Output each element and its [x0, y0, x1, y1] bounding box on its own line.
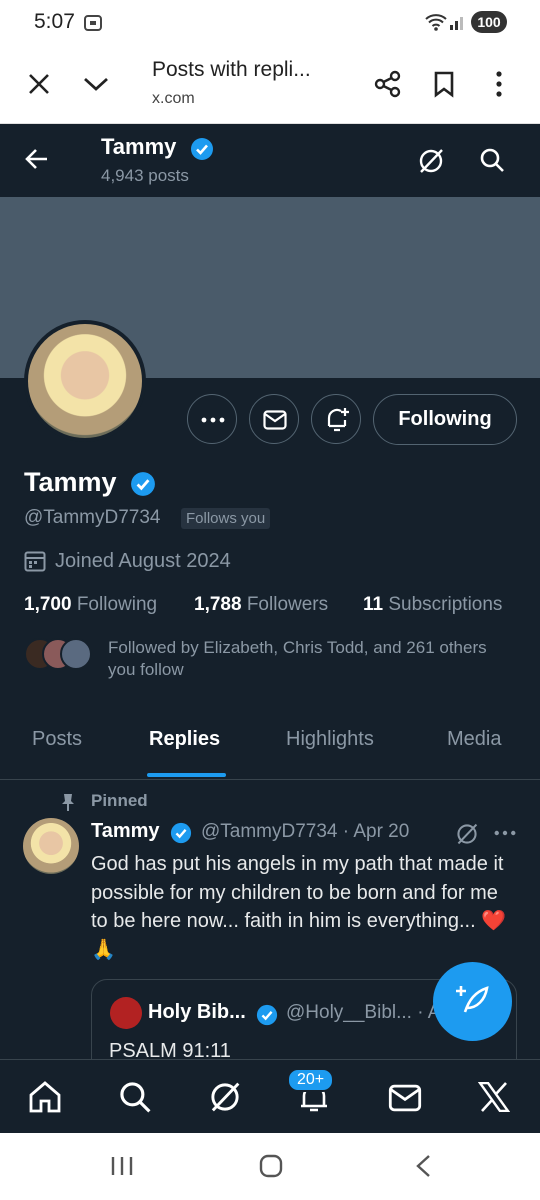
tweet-meta: @TammyD7734 · Apr 20 — [201, 821, 410, 842]
profile-handle: @TammyD7734 — [24, 507, 161, 528]
mail-icon[interactable] — [388, 1084, 422, 1112]
stat-label: Following — [76, 594, 158, 615]
divider — [0, 779, 540, 780]
more-horizontal-icon — [201, 417, 225, 423]
bell-plus-icon — [327, 408, 349, 432]
stat-label: Followers — [246, 594, 329, 615]
verified-badge-icon — [170, 822, 192, 844]
following-count[interactable]: 1,700 Following — [24, 594, 157, 616]
subscriptions-count[interactable]: 11 Subscriptions — [363, 594, 502, 616]
status-bar: 5:07 100 — [0, 0, 540, 46]
profile-avatar[interactable] — [24, 320, 146, 442]
browser-page-title: Posts with repli... — [152, 58, 311, 81]
grok-icon[interactable] — [417, 147, 445, 175]
avatar — [60, 638, 92, 670]
followers-avatars[interactable] — [24, 638, 94, 670]
wifi-icon — [425, 14, 447, 31]
calendar-icon — [24, 551, 46, 572]
bottom-nav — [0, 1059, 540, 1133]
notify-button[interactable] — [311, 394, 361, 444]
quote-author-name: Holy Bib... — [148, 1001, 246, 1023]
message-button[interactable] — [249, 394, 299, 444]
tab-media[interactable]: Media — [447, 728, 501, 751]
back-arrow-icon[interactable] — [25, 148, 49, 170]
compose-post-button[interactable] — [433, 962, 512, 1041]
follows-you-badge: Follows you — [181, 508, 271, 529]
pin-icon — [62, 794, 74, 811]
browser-url: x.com — [152, 90, 195, 107]
home-button-icon[interactable] — [259, 1154, 283, 1178]
recent-apps-icon[interactable] — [110, 1155, 134, 1177]
battery-indicator: 100 — [471, 11, 507, 33]
more-horizontal-icon[interactable] — [494, 830, 516, 836]
grok-icon[interactable] — [455, 822, 479, 846]
tweet-body: God has put his angels in my path that m… — [91, 853, 504, 932]
followed-by-text[interactable]: Followed by Elizabeth, Chris Todd, and 2… — [108, 637, 488, 681]
tab-highlights[interactable]: Highlights — [286, 728, 374, 751]
share-icon[interactable] — [374, 70, 402, 98]
grok-icon[interactable] — [208, 1080, 242, 1114]
more-vertical-icon[interactable] — [494, 70, 504, 98]
tab-posts[interactable]: Posts — [32, 728, 82, 751]
tweet-text: God has put his angels in my path that m… — [91, 850, 516, 964]
back-icon[interactable] — [414, 1154, 432, 1178]
more-options-button[interactable] — [187, 394, 237, 444]
search-icon[interactable] — [479, 147, 505, 173]
search-icon[interactable] — [118, 1080, 152, 1114]
x-logo-icon[interactable] — [478, 1082, 510, 1112]
close-icon[interactable] — [27, 72, 51, 96]
profile-header-bar: Tammy 4,943 posts — [0, 125, 540, 197]
verified-badge-icon — [131, 472, 155, 496]
tweet-avatar[interactable] — [23, 818, 79, 874]
quote-avatar — [110, 997, 142, 1029]
header-posts-count: 4,943 posts — [101, 166, 189, 185]
pinned-label: Pinned — [91, 791, 148, 810]
chevron-down-icon[interactable] — [82, 74, 110, 94]
tweet-author-name[interactable]: Tammy — [91, 820, 160, 843]
home-icon[interactable] — [28, 1080, 62, 1114]
feather-plus-icon — [456, 986, 489, 1013]
joined-date: Joined August 2024 — [55, 550, 231, 572]
active-tab-indicator — [147, 773, 226, 777]
profile-name: Tammy — [24, 467, 117, 497]
stat-value: 1,700 — [24, 594, 72, 615]
browser-toolbar: Posts with repli... x.com — [0, 46, 540, 124]
stat-label: Subscriptions — [388, 594, 503, 615]
bookmark-icon[interactable] — [433, 70, 455, 98]
stat-value: 1,788 — [194, 594, 242, 615]
screenshot-icon — [84, 15, 102, 31]
stat-value: 11 — [363, 594, 384, 615]
tab-replies[interactable]: Replies — [149, 728, 220, 751]
header-name: Tammy — [101, 134, 177, 159]
signal-icon — [450, 17, 463, 30]
verified-badge-icon — [191, 138, 213, 160]
status-time: 5:07 — [34, 10, 75, 33]
notifications-badge: 20+ — [287, 1068, 335, 1092]
quote-handle: @Holy__Bibl... · A — [286, 1002, 441, 1023]
mail-icon — [263, 410, 287, 430]
following-button[interactable]: Following — [373, 394, 517, 445]
system-nav-bar — [0, 1133, 540, 1200]
verified-badge-icon — [256, 1004, 278, 1026]
followers-count[interactable]: 1,788 Followers — [194, 594, 328, 616]
